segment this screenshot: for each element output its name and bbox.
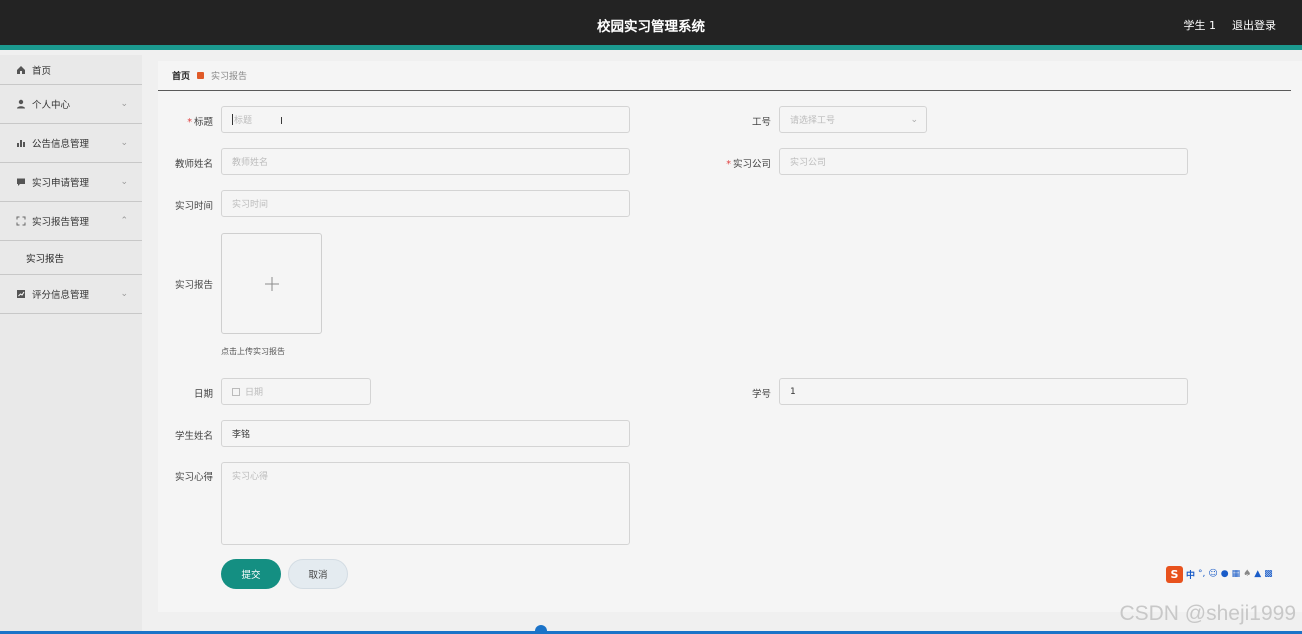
time-input[interactable]: 实习时间 xyxy=(221,190,630,217)
sidebar-item-applications[interactable]: 实习申请管理 ⌄ xyxy=(0,163,142,202)
emoji-icon[interactable]: ☺ xyxy=(1208,569,1217,579)
student-name-input[interactable]: 李铭 xyxy=(221,420,630,447)
plus-icon xyxy=(264,276,279,291)
student-no-input[interactable]: 1 xyxy=(779,378,1188,405)
user-icon xyxy=(16,99,26,109)
keyboard-icon[interactable]: ▦ xyxy=(1232,569,1241,579)
message-icon xyxy=(16,177,26,187)
chevron-down-icon: ⌄ xyxy=(120,99,128,109)
sidebar-item-label: 公告信息管理 xyxy=(32,139,90,150)
sidebar-item-label: 首页 xyxy=(32,65,52,77)
main-panel: 首页 实习报告 * 标题 标题 I 工号 请选择工号 ⌄ 教师姓名 教师姓名 * 实… xyxy=(158,61,1302,612)
scroll-handle[interactable] xyxy=(535,625,547,634)
chevron-down-icon: ⌄ xyxy=(910,114,918,125)
app-title: 校园实习管理系统 xyxy=(597,19,705,35)
chevron-down-icon: ⌄ xyxy=(120,177,128,187)
ime-mode[interactable]: 中 xyxy=(1186,568,1195,581)
sidebar-item-label: 评分信息管理 xyxy=(32,290,90,301)
chart-icon xyxy=(16,289,26,299)
shirt-icon[interactable]: ▲ xyxy=(1254,569,1261,579)
breadcrumb-separator-icon xyxy=(197,72,205,79)
experience-textarea[interactable]: 实习心得 xyxy=(221,462,630,545)
sogou-logo-icon: S xyxy=(1166,565,1183,583)
student-no-label: 学号 xyxy=(751,389,771,400)
sidebar-item-label: 个人中心 xyxy=(32,100,71,111)
watermark: CSDN @sheji1999 xyxy=(1119,602,1296,625)
report-label: 实习报告 xyxy=(174,280,213,291)
chevron-down-icon: ⌄ xyxy=(120,289,128,299)
ime-toolbar[interactable]: S 中 °, ☺ ● ▦ ♠ ▲ ▩ xyxy=(1166,565,1302,583)
sidebar: 首页 个人中心 ⌄ 公告信息管理 ⌄ 实习申请管理 ⌄ 实习报告管理 ⌃ 实习报… xyxy=(0,55,142,634)
grid-icon[interactable]: ▩ xyxy=(1264,569,1273,579)
job-no-select[interactable]: 请选择工号 ⌄ xyxy=(779,106,927,133)
company-input[interactable]: 实习公司 xyxy=(779,148,1188,175)
sidebar-item-notices[interactable]: 公告信息管理 ⌄ xyxy=(0,124,142,163)
sidebar-item-home[interactable]: 首页 xyxy=(0,55,142,85)
chevron-up-icon: ⌃ xyxy=(120,216,128,226)
bar-chart-icon xyxy=(16,138,26,148)
report-upload-button[interactable] xyxy=(221,233,322,334)
sidebar-item-profile[interactable]: 个人中心 ⌄ xyxy=(0,85,142,124)
sidebar-item-reports[interactable]: 实习报告管理 ⌃ xyxy=(0,202,142,241)
home-icon xyxy=(16,65,26,75)
chevron-down-icon: ⌄ xyxy=(120,138,128,148)
ibeam-cursor-icon: I xyxy=(280,116,283,127)
student-name-label: 学生姓名 xyxy=(174,431,213,442)
top-bar: 校园实习管理系统 学生 1 退出登录 xyxy=(0,0,1302,50)
upload-hint: 点击上传实习报告 xyxy=(221,347,285,356)
current-user: 学生 1 xyxy=(1183,19,1217,32)
time-label: 实习时间 xyxy=(174,201,213,212)
logout-button[interactable]: 退出登录 xyxy=(1232,17,1276,33)
skin-icon[interactable]: ♠ xyxy=(1243,569,1251,579)
breadcrumb-current: 实习报告 xyxy=(211,72,248,82)
teacher-input[interactable]: 教师姓名 xyxy=(221,148,630,175)
experience-label: 实习心得 xyxy=(174,472,213,483)
punctuation-icon[interactable]: °, xyxy=(1198,569,1205,579)
microphone-icon[interactable]: ● xyxy=(1221,569,1229,579)
company-label: * 实习公司 xyxy=(726,159,771,170)
breadcrumb: 首页 实习报告 xyxy=(158,61,1291,91)
sidebar-item-scores[interactable]: 评分信息管理 ⌄ xyxy=(0,275,142,314)
title-input[interactable]: 标题 I xyxy=(221,106,630,133)
breadcrumb-home[interactable]: 首页 xyxy=(172,69,190,82)
fullscreen-icon xyxy=(16,216,26,226)
sidebar-item-label: 实习申请管理 xyxy=(32,178,90,189)
sidebar-item-label: 实习报告管理 xyxy=(32,217,90,228)
calendar-icon xyxy=(232,387,240,396)
teacher-label: 教师姓名 xyxy=(174,159,213,170)
submit-button[interactable]: 提交 xyxy=(221,559,281,589)
title-label: * 标题 xyxy=(187,117,213,128)
date-label: 日期 xyxy=(193,389,213,400)
cancel-button[interactable]: 取消 xyxy=(288,559,348,589)
date-picker[interactable]: 日期 xyxy=(221,378,371,405)
text-cursor xyxy=(232,114,233,125)
sidebar-subitem-report[interactable]: 实习报告 xyxy=(0,241,142,275)
job-no-label: 工号 xyxy=(751,117,771,128)
